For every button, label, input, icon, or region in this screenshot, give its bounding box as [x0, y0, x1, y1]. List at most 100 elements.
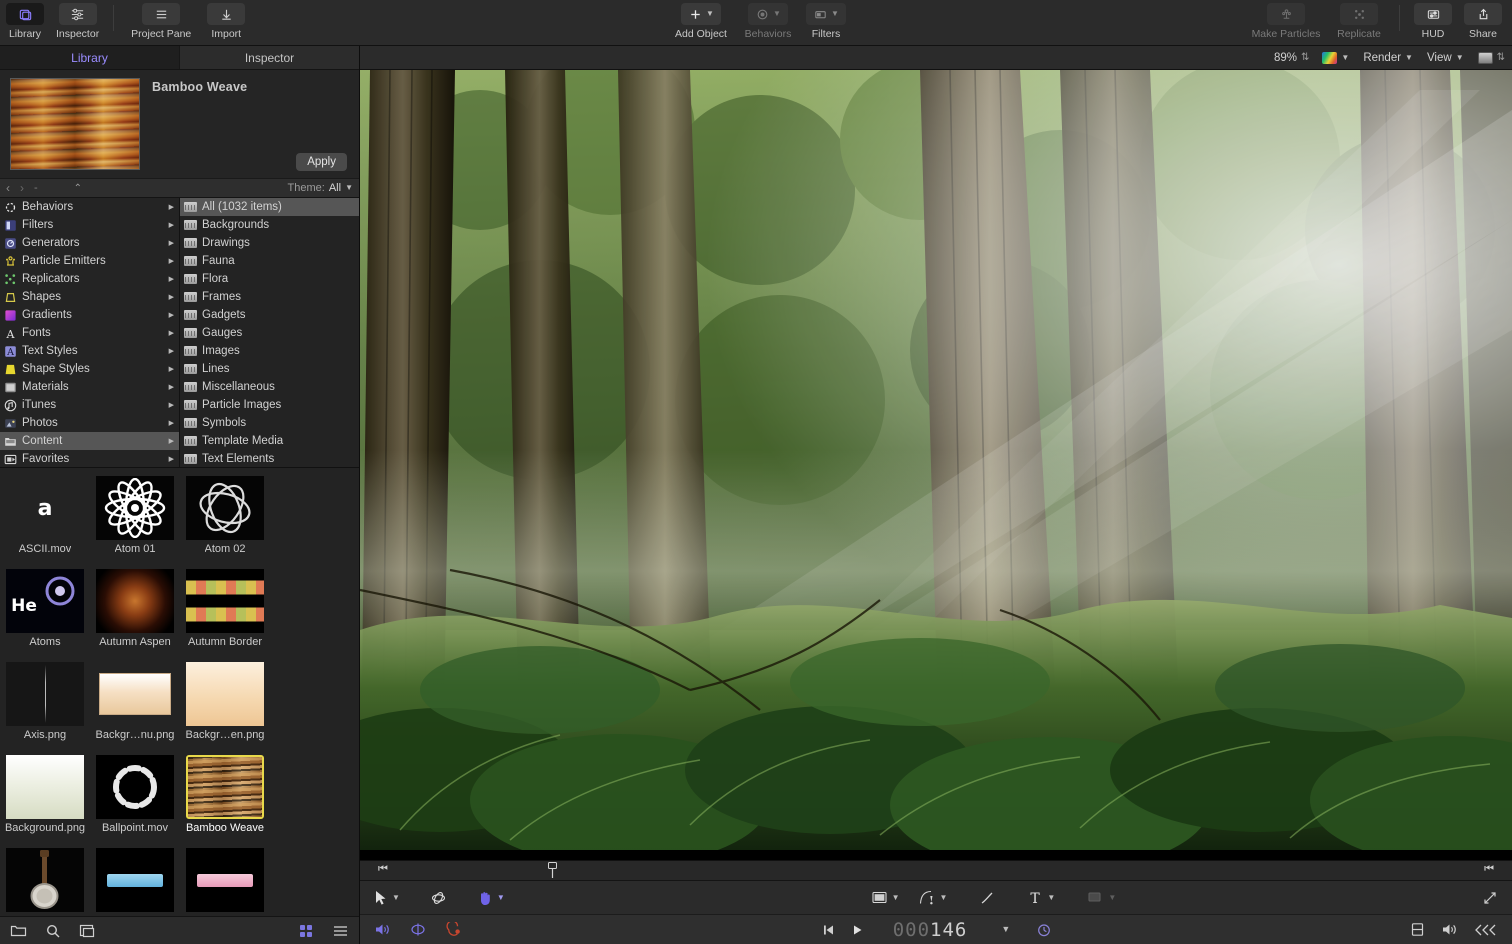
library-subcategory-lines[interactable]: Lines	[180, 360, 359, 378]
library-item[interactable]: Banner 02	[180, 846, 270, 916]
library-item[interactable]: Autumn Aspen	[90, 567, 180, 660]
library-category-filters[interactable]: Filters ▶	[0, 216, 179, 234]
library-item[interactable]: Bamboo Weave	[180, 753, 270, 846]
in-point-icon[interactable]: ⏮	[378, 863, 388, 876]
new-folder-icon[interactable]	[10, 923, 27, 938]
search-icon[interactable]	[45, 923, 61, 939]
timecode-display[interactable]: 000146	[893, 919, 968, 941]
library-category-list[interactable]: Behaviors ▶ Filters ▶ Generators ▶ Particle Em…	[0, 198, 180, 467]
library-subcategory-drawings[interactable]: Drawings	[180, 234, 359, 252]
mask-tool[interactable]: ▼	[1087, 890, 1116, 905]
library-subcategory-text-elements[interactable]: Text Elements	[180, 450, 359, 467]
pan-tool[interactable]: ▼	[477, 890, 505, 906]
library-subcategory-template-media[interactable]: Template Media	[180, 432, 359, 450]
toolbar-behaviors-button[interactable]: ▼ Behaviors	[736, 0, 800, 40]
library-item-grid[interactable]: a ASCII.mov Atom 01 Atom 02 He Atoms Autumn As…	[0, 468, 359, 916]
zoom-level-control[interactable]: 89% ⇅	[1274, 52, 1309, 64]
library-subcategory-symbols[interactable]: Symbols	[180, 414, 359, 432]
library-subcategory-flora[interactable]: Flora	[180, 270, 359, 288]
toolbar-project-pane-button[interactable]: Project Pane	[122, 0, 200, 40]
library-item[interactable]: Atom 01	[90, 474, 180, 567]
library-item[interactable]: Autumn Border	[180, 567, 270, 660]
apply-button[interactable]: Apply	[296, 153, 347, 171]
library-subcategory-particle-images[interactable]: Particle Images	[180, 396, 359, 414]
library-subcategory-images[interactable]: Images	[180, 342, 359, 360]
preview-thumbnail[interactable]	[10, 78, 140, 170]
chevron-right-icon[interactable]: ›	[20, 181, 24, 195]
view-menu[interactable]: View ▼	[1427, 52, 1464, 64]
clock-icon[interactable]	[1036, 922, 1052, 938]
library-category-text-styles[interactable]: A Text Styles ▶	[0, 342, 179, 360]
library-category-fonts[interactable]: A Fonts ▶	[0, 324, 179, 342]
library-item[interactable]: Background.png	[0, 753, 90, 846]
library-category-particle-emitters[interactable]: Particle Emitters ▶	[0, 252, 179, 270]
library-subcategory-all-1032-items-[interactable]: All (1032 items)	[180, 198, 359, 216]
select-tool[interactable]: ▼	[374, 890, 400, 906]
go-to-start-icon[interactable]	[821, 923, 836, 937]
paint-tool[interactable]	[979, 890, 995, 906]
out-point-icon[interactable]: ⏮	[1484, 863, 1494, 876]
background-swatch-control[interactable]: ⇅	[1477, 51, 1505, 64]
library-item[interactable]: Banjo.png	[0, 846, 90, 916]
tab-library[interactable]: Library	[0, 46, 180, 69]
loop-icon[interactable]	[409, 922, 427, 937]
library-subcategory-list[interactable]: All (1032 items) Backgrounds Drawings Fauna…	[180, 198, 359, 467]
toolbar-replicate-button[interactable]: Replicate	[1327, 0, 1391, 40]
toolbar-add-object-button[interactable]: ▼ Add Object	[666, 0, 736, 40]
toolbar-hud-button[interactable]: HUD	[1408, 0, 1458, 40]
library-category-photos[interactable]: Photos ▶	[0, 414, 179, 432]
tab-inspector[interactable]: Inspector	[180, 46, 359, 69]
toolbar-library-button[interactable]: Library	[0, 0, 50, 40]
text-tool[interactable]: T ▼	[1027, 890, 1056, 906]
chevron-left-icon[interactable]: ‹	[6, 181, 10, 195]
speaker-icon[interactable]	[374, 922, 391, 937]
toolbar-make-particles-button[interactable]: Make Particles	[1245, 0, 1327, 40]
library-item[interactable]: Atom 02	[180, 474, 270, 567]
library-category-replicators[interactable]: Replicators ▶	[0, 270, 179, 288]
toolbar-inspector-button[interactable]: Inspector	[50, 0, 105, 40]
play-icon[interactable]	[850, 923, 865, 937]
preview-panel-icon[interactable]	[79, 923, 95, 938]
library-item[interactable]: Backgr…nu.png	[90, 660, 180, 753]
library-category-itunes[interactable]: iTunes ▶	[0, 396, 179, 414]
library-subcategory-miscellaneous[interactable]: Miscellaneous	[180, 378, 359, 396]
timeline-scrubber[interactable]: ⏮ ⏮	[360, 860, 1512, 880]
stepper-icon[interactable]: ⌃	[74, 183, 82, 194]
library-item[interactable]: Backgr…en.png	[180, 660, 270, 753]
list-view-icon[interactable]	[332, 923, 349, 939]
theme-selector[interactable]: Theme: All ▼	[288, 182, 353, 194]
library-item[interactable]: Banner 01	[90, 846, 180, 916]
toolbar-share-button[interactable]: Share	[1458, 0, 1508, 40]
library-category-favorites[interactable]: Favorites ▶	[0, 450, 179, 467]
grid-view-icon[interactable]	[298, 923, 314, 939]
shape-tool[interactable]: ▼	[871, 890, 900, 905]
chevron-down-icon[interactable]: ▼	[1001, 925, 1010, 934]
library-category-gradients[interactable]: Gradients ▶	[0, 306, 179, 324]
library-category-shapes[interactable]: Shapes ▶	[0, 288, 179, 306]
library-subcategory-gadgets[interactable]: Gadgets	[180, 306, 359, 324]
library-category-behaviors[interactable]: Behaviors ▶	[0, 198, 179, 216]
fullscreen-toggle[interactable]	[1482, 890, 1498, 906]
library-item[interactable]: Ballpoint.mov	[90, 753, 180, 846]
speaker-out-icon[interactable]	[1441, 922, 1458, 937]
canvas-viewport[interactable]	[360, 70, 1512, 860]
playhead-icon[interactable]	[548, 862, 557, 878]
library-subcategory-backgrounds[interactable]: Backgrounds	[180, 216, 359, 234]
library-category-shape-styles[interactable]: Shape Styles ▶	[0, 360, 179, 378]
library-category-content[interactable]: Content ▶	[0, 432, 179, 450]
library-item[interactable]: Axis.png	[0, 660, 90, 753]
split-view-icon[interactable]	[1410, 922, 1425, 937]
toolbar-import-button[interactable]: Import	[200, 0, 252, 40]
library-subcategory-fauna[interactable]: Fauna	[180, 252, 359, 270]
toolbar-filters-button[interactable]: ▼ Filters	[800, 0, 852, 40]
library-item[interactable]: He Atoms	[0, 567, 90, 660]
render-menu[interactable]: Render ▼	[1363, 52, 1413, 64]
color-channels-control[interactable]: ▼	[1322, 51, 1349, 64]
library-subcategory-gauges[interactable]: Gauges	[180, 324, 359, 342]
library-category-generators[interactable]: Generators ▶	[0, 234, 179, 252]
bezier-tool[interactable]: ▼	[918, 889, 947, 906]
record-icon[interactable]	[445, 921, 463, 938]
library-subcategory-frames[interactable]: Frames	[180, 288, 359, 306]
chevrons-left-icon[interactable]	[1474, 923, 1498, 937]
library-category-materials[interactable]: Materials ▶	[0, 378, 179, 396]
